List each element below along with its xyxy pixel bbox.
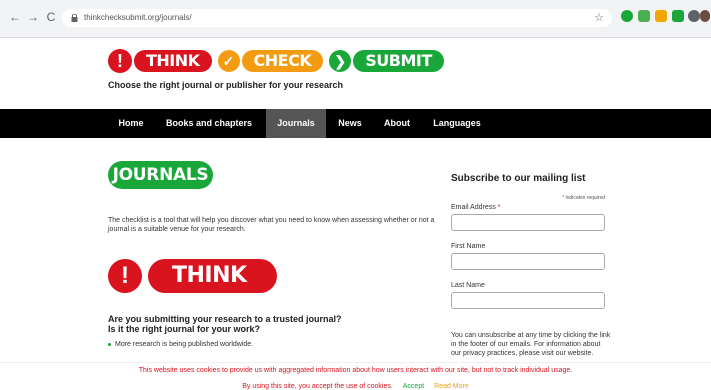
site-tagline: Choose the right journal or publisher fo…	[108, 80, 344, 90]
subscribe-title: Subscribe to our mailing list	[451, 173, 586, 184]
nav-item-home[interactable]: Home	[108, 109, 154, 138]
nav-item-languages[interactable]: Languages	[425, 109, 489, 138]
required-asterisk: *	[562, 195, 565, 201]
nav-item-books[interactable]: Books and chapters	[156, 109, 262, 138]
extension-icon[interactable]	[621, 10, 633, 22]
bookmark-star-icon[interactable]: ☆	[594, 9, 604, 27]
forward-icon[interactable]: →	[26, 10, 40, 24]
required-note-text: indicates required	[565, 195, 605, 201]
bullet-icon	[108, 342, 111, 346]
reload-icon[interactable]: C	[44, 10, 58, 24]
alert-icon: !	[108, 49, 132, 73]
section-question: Are you submitting your research to a tr…	[108, 314, 342, 334]
list-item-text: More research is being published worldwi…	[115, 341, 254, 348]
nav-item-news[interactable]: News	[331, 109, 369, 138]
email-field[interactable]	[451, 214, 605, 231]
avatar[interactable]	[700, 10, 710, 22]
think-label: THINK	[148, 259, 277, 293]
back-icon[interactable]: ←	[8, 10, 22, 24]
site-logo[interactable]: ! THINK ✓ CHECK ❯ SUBMIT	[108, 48, 444, 74]
nav-item-journals[interactable]: Journals	[266, 109, 326, 138]
browser-toolbar: ← → C thinkchecksubmit.org/journals/ ☆	[0, 0, 711, 38]
last-name-field[interactable]	[451, 292, 605, 309]
extension-icon[interactable]	[638, 10, 650, 22]
first-name-label: First Name	[451, 243, 486, 250]
lock-icon	[71, 14, 78, 22]
main-nav: Home Books and chapters Journals News Ab…	[0, 109, 711, 138]
address-url: thinkchecksubmit.org/journals/	[84, 13, 192, 22]
extension-icon[interactable]	[672, 10, 684, 22]
email-label-text: Email Address	[451, 204, 496, 211]
alert-icon: !	[108, 259, 142, 293]
question-line: Are you submitting your research to a tr…	[108, 314, 342, 324]
chevron-right-icon: ❯	[329, 50, 352, 72]
extension-icon[interactable]	[655, 10, 667, 22]
required-asterisk: *	[497, 204, 501, 211]
logo-check: CHECK	[241, 50, 324, 72]
cookie-banner: This website uses cookies to provide us …	[0, 362, 711, 390]
address-bar[interactable]: thinkchecksubmit.org/journals/ ☆	[62, 9, 612, 27]
logo-submit: SUBMIT	[353, 50, 444, 72]
unsubscribe-note: You can unsubscribe at any time by click…	[451, 332, 611, 357]
first-name-field[interactable]	[451, 253, 605, 270]
puzzle-icon[interactable]	[688, 10, 700, 22]
question-line: Is it the right journal for your work?	[108, 324, 261, 334]
required-note: * indicates required	[451, 195, 605, 201]
nav-item-about[interactable]: About	[377, 109, 417, 138]
intro-text: The checklist is a tool that will help y…	[108, 217, 435, 233]
last-name-label: Last Name	[451, 282, 485, 289]
checkmark-icon: ✓	[217, 50, 240, 72]
list-item: More research is being published worldwi…	[108, 341, 253, 348]
logo-think: THINK	[134, 50, 212, 72]
page-title: JOURNALS	[108, 161, 213, 189]
email-label: Email Address *	[451, 204, 500, 211]
cookie-text: This website uses cookies to provide us …	[138, 367, 573, 374]
think-heading: ! THINK	[108, 259, 277, 293]
